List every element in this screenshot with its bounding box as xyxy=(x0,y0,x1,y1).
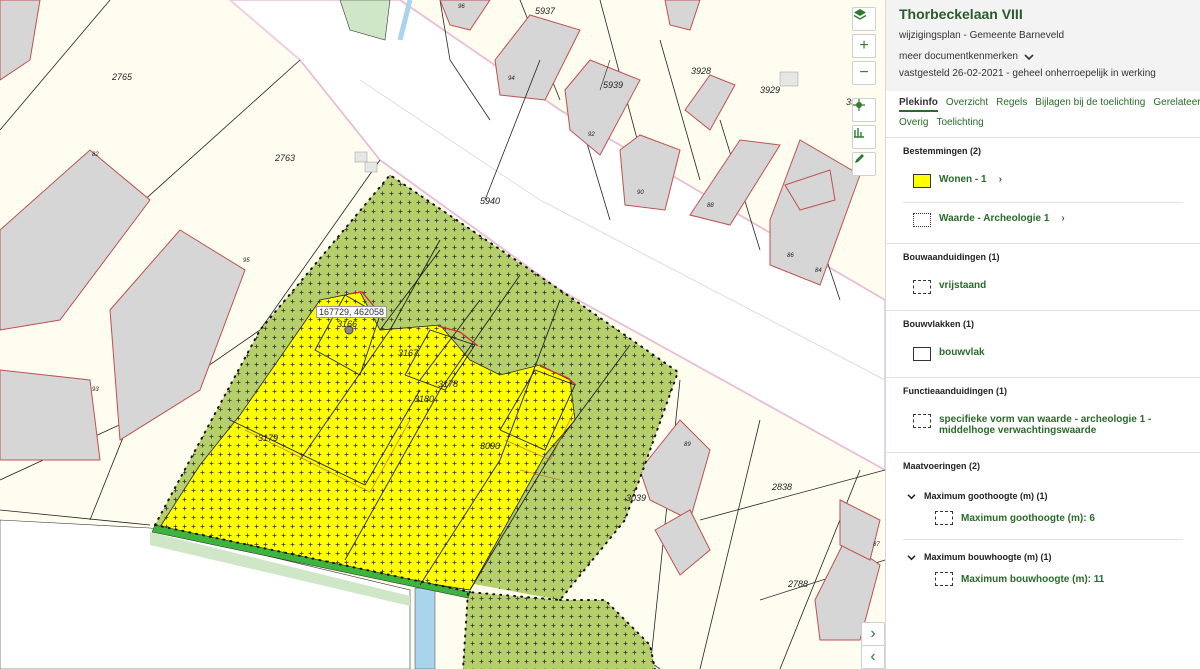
measure-icon xyxy=(854,128,864,138)
section-title: Bouwaanduidingen (1) xyxy=(903,252,1000,262)
house-number: 95 xyxy=(243,258,250,264)
tab-gerelateerd[interactable]: Gerelateerd xyxy=(1153,97,1200,108)
parcel-number: 3090 xyxy=(480,441,501,451)
tab-toelichting[interactable]: Toelichting xyxy=(936,117,983,128)
item-label: Maximum bouwhoogte (m): 11 xyxy=(961,573,1105,585)
map-canvas[interactable] xyxy=(0,0,885,669)
item-label: Wonen - 1 xyxy=(939,174,987,185)
expand-panel-button[interactable]: › xyxy=(861,622,885,646)
parcel-number: 5937 xyxy=(535,6,556,16)
parcel-number: 3928 xyxy=(691,66,712,76)
parcel-number: 3180 xyxy=(414,394,435,404)
collapse-panel-button[interactable]: ‹ xyxy=(861,645,885,669)
yellow-swatch-icon xyxy=(913,174,931,188)
house-number: 89 xyxy=(684,442,691,448)
plan-subtitle: wijzigingsplan - Gemeente Barneveld xyxy=(899,30,1065,41)
dashed-swatch-icon xyxy=(913,414,931,428)
parcel-number: 3039 xyxy=(626,493,647,503)
layers-icon xyxy=(853,9,867,20)
goothoogte-item[interactable]: Maximum goothoogte (m): 6 xyxy=(903,505,1183,531)
dashed-swatch-icon xyxy=(935,511,953,525)
bouwaanduiding-vrijstaand[interactable]: vrijstaand xyxy=(903,274,1183,300)
more-document-link[interactable]: meer documentkenmerken xyxy=(899,51,1187,62)
map-view[interactable]: 2765 2763 5937 5939 3928 3929 5940 3166 … xyxy=(0,0,885,669)
parcel-number: 3929 xyxy=(760,85,781,95)
section-functieaanduidingen: Functieaanduidingen (1) specifieke vorm … xyxy=(886,378,1200,453)
parcel-number: 3179 xyxy=(258,433,279,443)
section-bouwvlakken: Bouwvlakken (1) bouwvlak xyxy=(886,311,1200,378)
chevron-right-icon: › xyxy=(1061,213,1065,224)
parcel-number: 2838 xyxy=(772,482,793,492)
info-panel: Thorbeckelaan VIII wijzigingsplan - Geme… xyxy=(885,0,1200,669)
bouwhoogte-group[interactable]: Maximum bouwhoogte (m) (1) xyxy=(903,544,1183,566)
plus-pattern-swatch-icon xyxy=(913,213,931,227)
item-label: Waarde - Archeologie 1 xyxy=(939,213,1050,224)
chevron-down-icon xyxy=(907,493,916,499)
goothoogte-group[interactable]: Maximum goothoogte (m) (1) xyxy=(903,483,1183,505)
item-label: vrijstaand xyxy=(939,280,987,291)
draw-button[interactable] xyxy=(852,152,876,176)
house-number: 96 xyxy=(458,4,465,10)
section-title: Bestemmingen (2) xyxy=(903,146,982,156)
dashed-swatch-icon xyxy=(935,572,953,586)
locate-button[interactable] xyxy=(852,98,876,122)
section-title: Bouwvlakken (1) xyxy=(903,319,975,329)
tab-bijlagen[interactable]: Bijlagen bij de toelichting xyxy=(1035,97,1145,108)
chevron-right-icon: › xyxy=(998,174,1002,185)
coordinate-label: 167729, 462058 xyxy=(316,306,388,318)
parcel-number: 2765 xyxy=(112,72,133,82)
pencil-icon xyxy=(855,154,864,163)
plan-status: vastgesteld 26-02-2021 - geheel onherroe… xyxy=(899,68,1156,79)
house-number: 93 xyxy=(92,387,99,393)
layers-button[interactable] xyxy=(852,7,876,31)
section-bouwaanduidingen: Bouwaanduidingen (1) vrijstaand xyxy=(886,244,1200,311)
tab-bar: Plekinfo Overzicht Regels Bijlagen bij d… xyxy=(886,91,1200,138)
house-number: 90 xyxy=(637,190,644,196)
house-number: 94 xyxy=(508,76,515,82)
section-maatvoeringen: Maatvoeringen (2) Maximum goothoogte (m)… xyxy=(886,453,1200,602)
parcel-number: 2763 xyxy=(275,153,296,163)
house-number: 87 xyxy=(873,542,880,548)
house-number: 82 xyxy=(92,152,99,158)
functieaanduiding-item[interactable]: specifieke vorm van waarde - archeologie… xyxy=(903,408,1183,442)
more-document-label: meer documentkenmerken xyxy=(899,51,1018,62)
tab-plekinfo[interactable]: Plekinfo xyxy=(899,97,938,112)
item-label: bouwvlak xyxy=(939,347,985,358)
zoom-in-button[interactable]: + xyxy=(852,34,876,58)
chevron-down-icon xyxy=(907,554,916,560)
section-bestemmingen: Bestemmingen (2) Wonen - 1 › Waarde - Ar… xyxy=(886,138,1200,244)
parcel-number: 5939 xyxy=(603,80,624,90)
tab-regels[interactable]: Regels xyxy=(996,97,1027,108)
tab-overig[interactable]: Overig xyxy=(899,117,928,128)
locate-icon xyxy=(853,99,865,111)
house-number: 86 xyxy=(787,253,794,259)
parcel-number: 2788 xyxy=(788,579,809,589)
parcel-number: 5940 xyxy=(480,196,501,206)
parcel-number: 3178 xyxy=(438,379,459,389)
square-swatch-icon xyxy=(913,347,931,361)
house-number: 92 xyxy=(588,132,595,138)
plan-header: Thorbeckelaan VIII wijzigingsplan - Geme… xyxy=(886,0,1200,91)
dashed-swatch-icon xyxy=(913,280,931,294)
zoom-out-button[interactable]: − xyxy=(852,61,876,85)
group-title: Maximum bouwhoogte (m) (1) xyxy=(924,552,1052,562)
section-title: Functieaanduidingen (1) xyxy=(903,386,1008,396)
bouwhoogte-item[interactable]: Maximum bouwhoogte (m): 11 xyxy=(903,566,1183,592)
house-number: 88 xyxy=(707,203,714,209)
item-label: specifieke vorm van waarde - archeologie… xyxy=(939,414,1152,436)
bouwvlak-item[interactable]: bouwvlak xyxy=(903,341,1183,367)
tab-overzicht[interactable]: Overzicht xyxy=(946,97,988,108)
item-label: Maximum goothoogte (m): 6 xyxy=(961,512,1095,524)
section-title: Maatvoeringen (2) xyxy=(903,461,981,471)
parcel-number: 3167 xyxy=(398,348,419,358)
house-number: 84 xyxy=(815,268,822,274)
plan-title: Thorbeckelaan VIII xyxy=(899,6,1023,22)
bestemming-archeologie[interactable]: Waarde - Archeologie 1 › xyxy=(903,207,1183,233)
bestemming-wonen[interactable]: Wonen - 1 › xyxy=(903,168,1183,194)
group-title: Maximum goothoogte (m) (1) xyxy=(924,491,1048,501)
parcel-number: 3166 xyxy=(337,319,358,329)
measure-button[interactable] xyxy=(852,125,876,149)
chevron-down-icon xyxy=(1024,53,1034,60)
